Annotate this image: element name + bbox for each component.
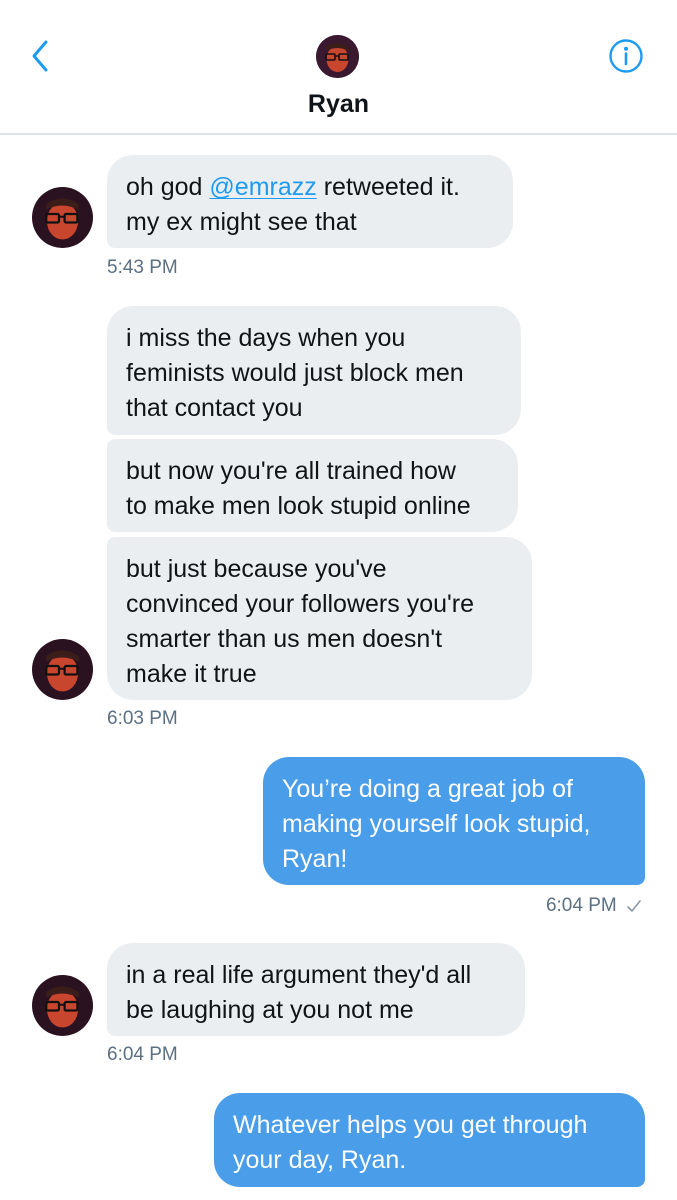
info-button[interactable] (608, 38, 644, 74)
message-timestamp: 6:04 PM (107, 1044, 178, 1065)
message-bubble-incoming[interactable]: but just because you've convinced your f… (107, 537, 532, 700)
message-text: convinced your followers you're (126, 590, 474, 618)
message-text: to make men look stupid online (126, 492, 471, 520)
message-text: oh god @emrazz retweeted it. (126, 170, 493, 205)
message-text: You’re doing a great job of (282, 775, 573, 803)
message-text: Whatever helps you get through (233, 1111, 588, 1139)
message-bubble-incoming[interactable]: but now you're all trained how to make m… (107, 439, 518, 532)
message-text: but just because you've (126, 555, 387, 583)
sender-avatar[interactable] (32, 975, 93, 1036)
message-timestamp: 6:03 PM (107, 708, 178, 729)
avatar-image (32, 187, 93, 248)
message-timestamp: 6:04 PM (545, 895, 617, 916)
message-text: i miss the days when you (126, 324, 406, 352)
message-text: but now you're all trained how (126, 457, 456, 485)
message-timestamp-row: 6:04 PM (546, 895, 642, 917)
mention-link[interactable]: @emrazz (209, 173, 316, 201)
sent-check-icon (627, 900, 641, 912)
message-text: making yourself look stupid, (282, 810, 591, 838)
message-text: Ryan! (282, 845, 348, 873)
avatar-image (32, 639, 93, 700)
message-text: in a real life argument they'd all (126, 961, 472, 989)
message-text-part: retweeted it. (316, 173, 460, 201)
message-bubble-outgoing[interactable]: You’re doing a great job of making yours… (263, 757, 645, 885)
message-bubble-incoming[interactable]: i miss the days when you feminists would… (107, 306, 521, 435)
avatar-image (316, 35, 359, 78)
message-text: your day, Ryan. (233, 1146, 407, 1174)
sender-avatar[interactable] (32, 187, 93, 248)
message-text: make it true (126, 660, 257, 688)
message-text: be laughing at you not me (126, 996, 414, 1024)
sender-avatar[interactable] (32, 639, 93, 700)
message-bubble-incoming[interactable]: oh god @emrazz retweeted it. my ex might… (107, 155, 513, 248)
message-text: feminists would just block men (126, 359, 464, 387)
message-text-part: oh god (126, 173, 210, 201)
info-circle-icon (609, 39, 643, 73)
message-bubble-incoming[interactable]: in a real life argument they'd all be la… (107, 943, 525, 1036)
avatar-image (32, 975, 93, 1036)
message-text: my ex might see that (126, 208, 357, 236)
conversation-title: Ryan (307, 90, 370, 118)
conversation-header: Ryan (0, 0, 677, 135)
back-button[interactable] (22, 36, 58, 76)
message-timestamp: 5:43 PM (107, 257, 178, 278)
header-avatar[interactable] (316, 35, 359, 78)
message-bubble-outgoing[interactable]: Whatever helps you get through your day,… (214, 1093, 645, 1187)
message-text: smarter than us men doesn't (126, 625, 443, 653)
message-text: that contact you (126, 394, 303, 422)
chevron-left-icon (32, 40, 48, 72)
